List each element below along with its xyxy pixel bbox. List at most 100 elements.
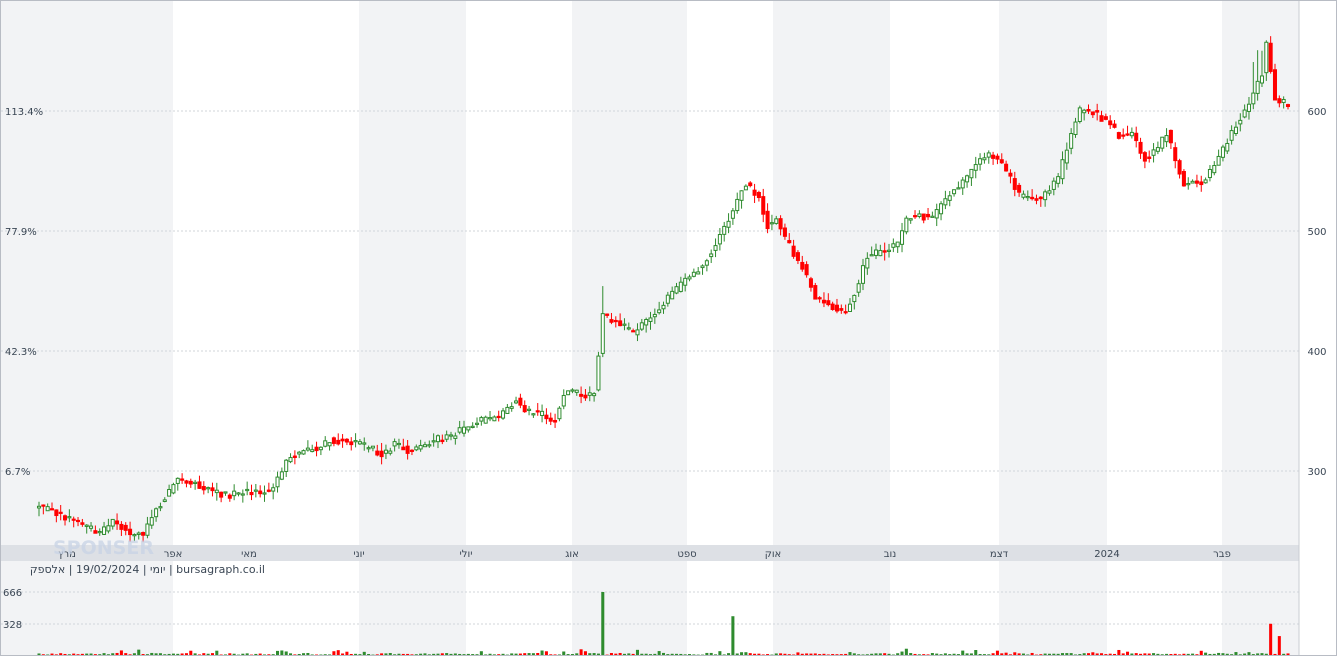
volume-bar [297,653,301,655]
volume-bar [761,654,765,655]
volume-bar [1156,653,1160,655]
candle-body [336,439,341,445]
volume-bar [575,653,579,655]
month-band [572,1,687,545]
candle-body [587,392,592,396]
candle-body [1090,111,1095,116]
volume-bar [930,653,934,655]
candle-body [327,442,332,447]
candle-body [1220,146,1225,158]
candle-body [310,449,315,453]
candle-body [921,213,926,221]
candle-body [691,271,696,277]
candle-body [1030,196,1035,200]
volume-bar [635,649,639,655]
candle-body [36,505,42,509]
candle-body [123,524,128,531]
candle-body [748,182,753,187]
volume-bar [1152,653,1156,655]
volume-bar [757,653,761,655]
candle-body [206,487,211,490]
candle-body [401,446,406,451]
volume-band [1222,561,1299,655]
volume-bar [310,654,314,655]
candle-body [891,243,896,248]
volume-bar [184,653,188,655]
candle-body [219,491,224,498]
volume-bar [1121,653,1125,655]
candle-body [730,210,735,219]
volume-bar [904,648,908,655]
candle-body [926,213,931,218]
volume-bar [46,654,50,655]
candle-body [1043,191,1048,201]
volume-bar [271,654,275,655]
volume-bar [1021,653,1025,655]
volume-bar [961,650,965,655]
month-label: ספט [677,549,696,560]
volume-bar [258,653,262,655]
volume-bar [1169,654,1173,655]
candle-body [991,154,996,159]
candle-body [1138,141,1143,154]
volume-bar [692,654,696,655]
volume-bar [644,653,648,655]
volume-bar [76,654,80,655]
candle-body [522,405,527,413]
candle-body [375,450,380,456]
candle-body [1199,181,1204,186]
volume-bar [653,653,657,655]
candle-body [1147,156,1152,159]
candle-body [297,451,302,455]
volume-bar [63,653,67,655]
candle-body [305,447,310,451]
volume-bar [926,654,930,655]
candle-body [422,444,427,448]
candle-body [49,508,55,511]
candle-body [41,504,46,507]
volume-bar [978,654,982,655]
candle-body [1216,155,1221,166]
candle-body [232,490,237,497]
volume-bar [445,653,449,655]
volume-bar [1247,652,1251,655]
candle-body [635,329,640,336]
candle-body [1103,116,1108,120]
candle-body [479,417,484,422]
volume-bar [1182,653,1186,655]
candle-body [1186,183,1191,186]
volume-bar [844,653,848,655]
volume-bar [466,653,470,655]
volume-bar [210,653,214,655]
volume-bar [740,652,744,655]
volume-bar [85,653,89,655]
volume-bar [67,654,71,655]
volume-bar [223,654,228,655]
candle-body [505,406,510,414]
candle-body [1056,176,1061,184]
candle-body [461,426,467,434]
volume-bar [779,653,783,655]
volume-bar [1217,652,1221,655]
volume-bar [774,653,778,655]
candle-body [826,300,831,306]
volume-bar [215,650,219,655]
candle-body [80,522,85,525]
candle-body [184,480,189,484]
volume-bar [718,651,722,655]
candle-body [266,489,271,492]
month-label: נוב [884,549,897,560]
volume-bar [1139,653,1143,655]
volume-bar [50,653,54,655]
volume-bar [1108,653,1112,655]
candle-body [45,506,50,512]
volume-bar [1147,653,1151,655]
volume-bar [688,654,692,655]
candle-body [1160,136,1165,149]
month-band [773,1,890,545]
candle-body [1264,41,1269,74]
volume-bar [557,654,561,655]
month-label: אוג [565,549,579,560]
candle-body [557,407,562,420]
volume-bar [267,654,271,655]
